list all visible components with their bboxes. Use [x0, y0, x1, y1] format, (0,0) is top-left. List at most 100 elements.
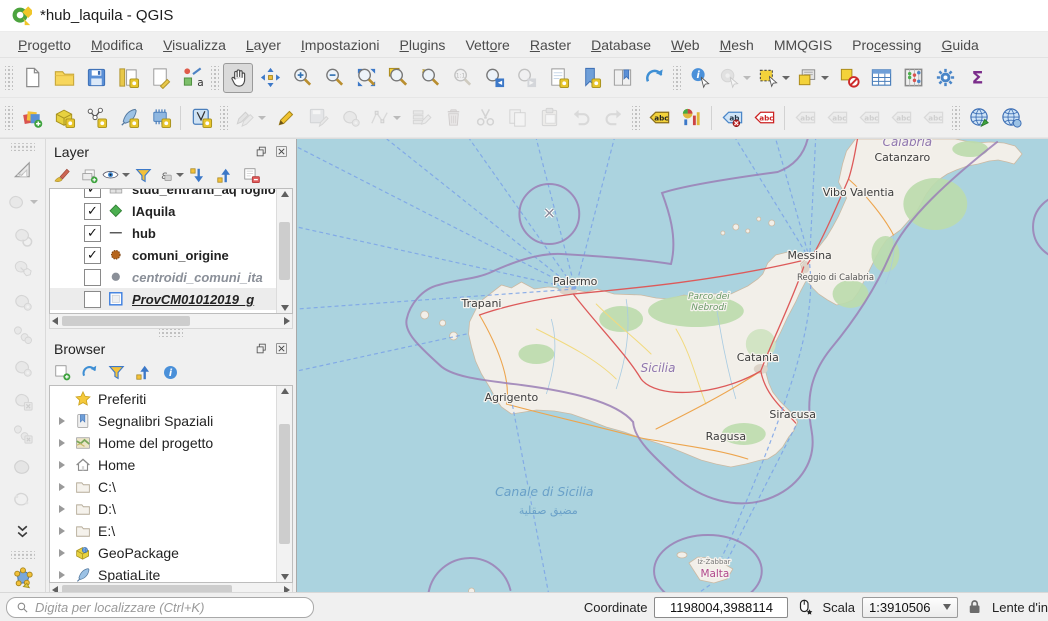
field-calculator-button[interactable]	[898, 63, 928, 93]
expand-icon[interactable]	[59, 417, 65, 425]
delete-part-button[interactable]	[7, 419, 39, 448]
menu-guida[interactable]: Guida	[931, 35, 988, 55]
layer-panel-float-icon[interactable]	[253, 144, 270, 159]
select-features-button[interactable]	[756, 63, 793, 93]
browser-panel-float-icon[interactable]	[253, 341, 270, 356]
collapse-all-browser-button[interactable]	[131, 361, 155, 383]
delete-selected-button[interactable]	[438, 103, 468, 133]
cad-tools-button[interactable]	[7, 155, 39, 184]
menu-modifica[interactable]: Modifica	[81, 35, 153, 55]
layer-row[interactable]: centroidi_comuni_ita	[50, 266, 277, 288]
modify-attributes-button[interactable]	[406, 103, 436, 133]
expand-icon[interactable]	[59, 527, 65, 535]
open-project-button[interactable]	[49, 63, 79, 93]
layer-tree-hscrollbar[interactable]	[49, 314, 293, 329]
map-canvas[interactable]: PalermoTrapaniMessinaReggio di CalabriaC…	[296, 139, 1048, 592]
deselect-all-button[interactable]	[834, 63, 864, 93]
menu-database[interactable]: Database	[581, 35, 661, 55]
delete-ring-button[interactable]	[7, 386, 39, 415]
copy-features-button[interactable]	[502, 103, 532, 133]
menu-layer[interactable]: Layer	[236, 35, 291, 55]
layer-row[interactable]: ProvCM01012019_g	[50, 288, 277, 310]
add-selected-layers-button[interactable]	[50, 361, 74, 383]
expand-all-button[interactable]	[185, 164, 209, 186]
collapse-all-button[interactable]	[212, 164, 236, 186]
browser-item[interactable]: D:\	[50, 498, 277, 520]
scroll-left-icon[interactable]	[52, 586, 58, 592]
properties-info-button[interactable]: i	[158, 361, 182, 383]
pin-unpin-labels-button[interactable]: ab	[717, 103, 747, 133]
move-label-button[interactable]: abc	[854, 103, 884, 133]
menu-web[interactable]: Web	[661, 35, 710, 55]
new-print-layout-button[interactable]	[113, 63, 143, 93]
menu-plugins[interactable]: Plugins	[390, 35, 456, 55]
browser-item[interactable]: Home del progetto	[50, 432, 277, 454]
layer-tree[interactable]: ✓stud_entranti_aq foglio✓lAquila✓hub✓com…	[49, 188, 293, 314]
paste-features-button[interactable]	[534, 103, 564, 133]
scroll-down-icon[interactable]	[281, 305, 289, 311]
reshape-features-button[interactable]	[7, 485, 39, 514]
web-service-button[interactable]	[996, 103, 1026, 133]
pan-to-selection-button[interactable]	[255, 63, 285, 93]
pin-labels-button[interactable]: abc	[790, 103, 820, 133]
refresh-browser-button[interactable]	[77, 361, 101, 383]
browser-item[interactable]: GeoPackage	[50, 542, 277, 564]
layer-row[interactable]: ✓hub	[50, 222, 277, 244]
zoom-next-button[interactable]	[511, 63, 541, 93]
browser-tree-hscrollbar[interactable]	[49, 583, 293, 592]
select-by-value-button[interactable]	[795, 63, 832, 93]
open-layer-styling-button[interactable]	[50, 164, 74, 186]
layer-visibility-checkbox[interactable]: ✓	[84, 225, 101, 242]
coordinate-input[interactable]: 1198004,3988114	[654, 597, 788, 618]
show-spatial-bookmarks-button[interactable]	[607, 63, 637, 93]
current-edits-button[interactable]	[232, 103, 269, 133]
new-map-view-button[interactable]	[543, 63, 573, 93]
menu-visualizza[interactable]: Visualizza	[153, 35, 236, 55]
rotate-feature-button[interactable]	[7, 221, 39, 250]
expand-icon[interactable]	[59, 549, 65, 557]
scale-combobox[interactable]: 1:3910506	[862, 597, 958, 618]
zoom-in-button[interactable]	[287, 63, 317, 93]
layer-visibility-checkbox[interactable]: ✓	[84, 203, 101, 220]
add-ring-button[interactable]	[7, 287, 39, 316]
simplify-feature-button[interactable]	[7, 254, 39, 283]
filter-by-expression-button[interactable]: ε	[158, 164, 182, 186]
browser-item[interactable]: C:\	[50, 476, 277, 498]
open-attribute-table-button[interactable]	[866, 63, 896, 93]
layer-tree-vscrollbar[interactable]	[276, 189, 292, 313]
new-virtual-layer-button[interactable]	[186, 103, 216, 133]
layer-visibility-checkbox[interactable]	[84, 269, 101, 286]
locator-input[interactable]: Digita per localizzare (Ctrl+K)	[6, 597, 314, 618]
change-label-properties-button[interactable]: abc	[918, 103, 948, 133]
expand-icon[interactable]	[59, 483, 65, 491]
filter-legend-button[interactable]	[131, 164, 155, 186]
new-project-button[interactable]	[17, 63, 47, 93]
vertex-tool-button[interactable]	[367, 103, 404, 133]
layer-visibility-checkbox[interactable]	[84, 291, 101, 308]
zoom-to-layer-button[interactable]	[383, 63, 413, 93]
highlight-pinned-labels-button[interactable]: abc	[749, 103, 779, 133]
menu-vettore[interactable]: Vettore	[455, 35, 519, 55]
show-hide-labels-button[interactable]: abc	[822, 103, 852, 133]
toggle-editing-button[interactable]	[271, 103, 301, 133]
zoom-full-button[interactable]	[351, 63, 381, 93]
scroll-right-icon[interactable]	[284, 586, 290, 592]
add-feature-button[interactable]	[335, 103, 365, 133]
manage-map-themes-button[interactable]	[104, 164, 128, 186]
merge-features-button[interactable]	[7, 452, 39, 481]
identify-features-button[interactable]: i	[685, 63, 715, 93]
fill-ring-button[interactable]	[7, 353, 39, 382]
browser-item[interactable]: Segnalibri Spaziali	[50, 410, 277, 432]
scroll-up-icon[interactable]	[281, 191, 289, 197]
layer-visibility-checkbox[interactable]: ✓	[84, 247, 101, 264]
style-manager-button[interactable]: a	[177, 63, 207, 93]
refresh-map-button[interactable]	[639, 63, 669, 93]
expand-icon[interactable]	[59, 439, 65, 447]
toolbar-overflow-button[interactable]	[7, 518, 39, 547]
browser-item[interactable]: SpatiaLite	[50, 564, 277, 583]
zoom-native-button[interactable]: 1:1	[447, 63, 477, 93]
new-spatial-bookmark-button[interactable]	[575, 63, 605, 93]
layer-row[interactable]: ✓stud_entranti_aq foglio	[50, 188, 277, 200]
undo-button[interactable]	[566, 103, 596, 133]
new-geopackage-layer-button[interactable]	[49, 103, 79, 133]
